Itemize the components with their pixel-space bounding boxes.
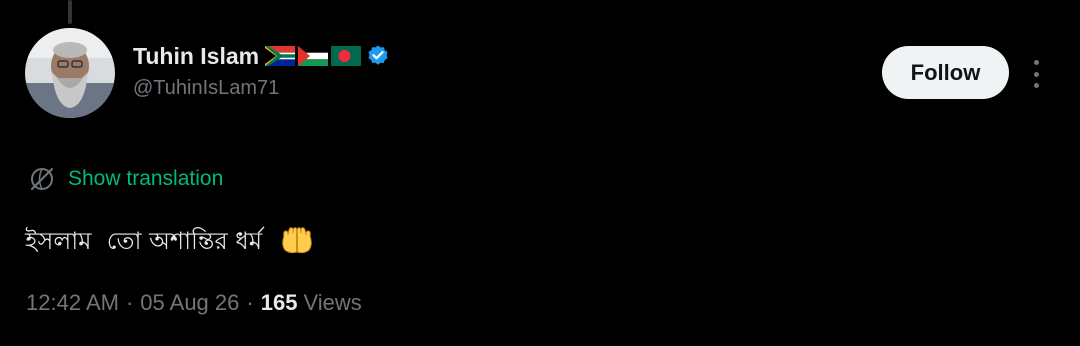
views-count[interactable]: 165	[261, 288, 298, 318]
palestine-flag-icon	[298, 46, 329, 66]
globe-icon	[31, 168, 53, 190]
tweet-time[interactable]: 12:42 AM	[26, 288, 119, 318]
tweet-detail: Tuhin Islam @TuhinIsLam71 Follow Show tr…	[0, 0, 1080, 346]
tweet-date[interactable]: 05 Aug 26	[140, 288, 239, 318]
meta-separator: ·	[125, 290, 134, 315]
show-translation-row[interactable]: Show translation	[28, 163, 223, 195]
tweet-text: ইসলাম তো অশান্তির ধর্ম	[25, 222, 314, 260]
show-translation-link[interactable]: Show translation	[68, 165, 223, 193]
south-africa-flag-icon	[265, 46, 296, 66]
author-flags	[265, 46, 362, 66]
thread-connector-line	[68, 0, 72, 24]
bangladesh-flag-icon	[331, 46, 362, 66]
tweet-text-content: ইসলাম তো অশান্তির ধর্ম	[25, 227, 263, 255]
author-name-row: Tuhin Islam	[133, 40, 390, 72]
author-identity: Tuhin Islam @TuhinIsLam71	[133, 40, 390, 102]
avatar[interactable]	[25, 28, 115, 118]
author-handle[interactable]: @TuhinIsLam71	[133, 74, 390, 102]
author-display-name[interactable]: Tuhin Islam	[133, 40, 259, 72]
verified-badge-icon[interactable]	[366, 44, 390, 68]
tweet-meta: 12:42 AM · 05 Aug 26 · 165 Views	[26, 288, 362, 318]
views-label[interactable]: Views	[303, 288, 361, 318]
palms-up-together-emoji-icon	[282, 227, 312, 254]
more-vertical-icon[interactable]	[1028, 56, 1044, 92]
follow-button[interactable]: Follow	[882, 46, 1009, 99]
meta-separator: ·	[246, 290, 254, 315]
